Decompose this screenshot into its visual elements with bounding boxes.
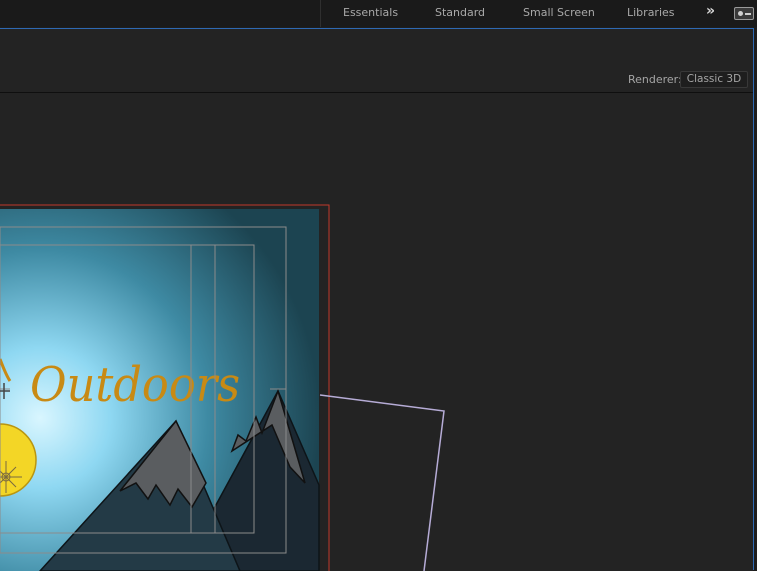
composition-panel-header: Renderer: Classic 3D <box>0 29 753 93</box>
renderer-label: Renderer: <box>628 73 682 86</box>
camera-view-outline[interactable] <box>319 394 445 571</box>
workspace-divider <box>320 0 321 27</box>
workspace-tab-libraries[interactable]: Libraries <box>627 6 675 19</box>
workspace-tab-essentials[interactable]: Essentials <box>343 6 398 19</box>
composition-canvas[interactable]: Outdoors <box>0 95 753 571</box>
artwork-title-group: Outdoors <box>0 357 240 413</box>
workspace-settings-icon[interactable] <box>734 7 754 20</box>
workspace-tab-small-screen[interactable]: Small Screen <box>523 6 595 19</box>
composition-panel: Renderer: Classic 3D Outdoors <box>0 28 754 571</box>
composition-viewer[interactable]: Outdoors <box>0 95 753 571</box>
more-workspaces-icon[interactable]: » <box>706 3 715 19</box>
artwork-title: Outdoors <box>30 357 240 413</box>
workspace-tab-standard[interactable]: Standard <box>435 6 485 19</box>
workspace-bar: Essentials Standard Small Screen Librari… <box>0 0 757 27</box>
renderer-button[interactable]: Classic 3D <box>680 71 748 88</box>
